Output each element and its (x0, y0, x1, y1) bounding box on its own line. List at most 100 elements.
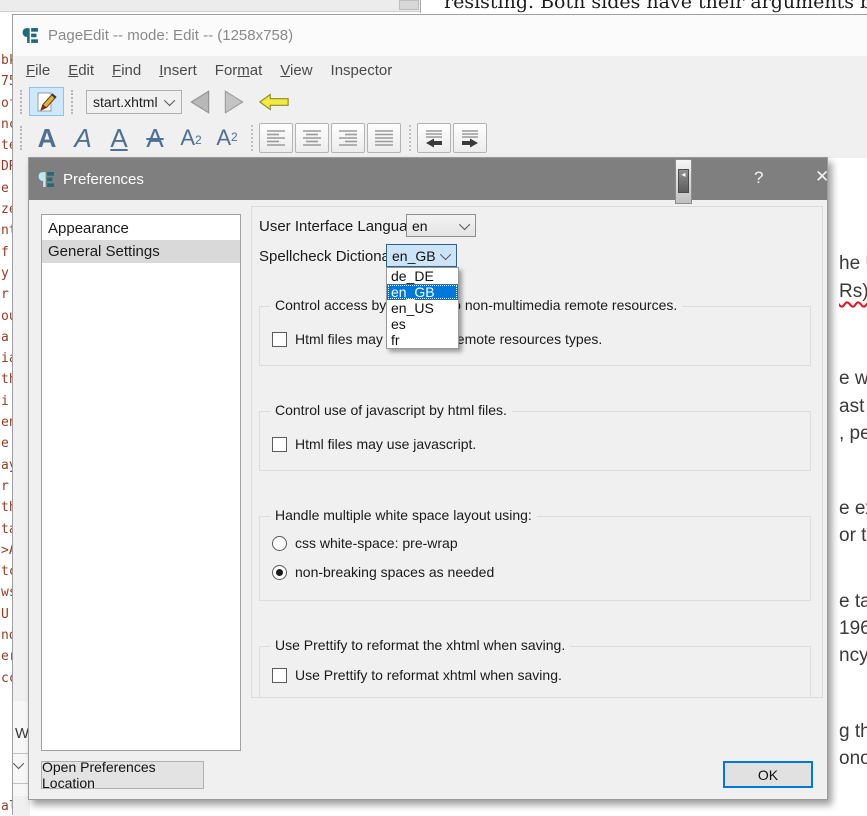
group-remote-resources: Control access by html files to non-mult… (259, 297, 811, 366)
prettify-checkbox-row[interactable]: Use Prettify to reformat xhtml when savi… (272, 667, 562, 683)
align-justify-button[interactable] (367, 123, 401, 153)
indent-button[interactable] (453, 123, 487, 153)
back-button[interactable] (184, 88, 216, 116)
outdent-icon (426, 130, 442, 148)
splitter-handle[interactable]: ◂ (675, 159, 692, 204)
category-list: Appearance General Settings (41, 214, 241, 751)
editor-text-fragment-misspelled: Rs) - (839, 281, 867, 302)
dialog-titlebar[interactable]: Preferences (29, 158, 827, 200)
menu-inspector[interactable]: Inspector (322, 58, 402, 83)
checkbox-unchecked[interactable] (272, 331, 287, 347)
window-title: PageEdit -- mode: Edit -- (1258x758) (48, 27, 294, 44)
radio-selected[interactable] (272, 564, 287, 580)
strikethrough-icon: A (146, 123, 164, 153)
editor-text-fragment: ncy g (839, 645, 867, 666)
toolbar-drag-handle[interactable] (71, 89, 75, 114)
yellow-arrow-icon (258, 92, 289, 111)
editor-text-fragment: e wa (839, 368, 867, 389)
menu-edit[interactable]: Edit (59, 58, 103, 83)
forward-icon (224, 89, 244, 114)
javascript-checkbox-row[interactable]: Html files may use javascript. (272, 436, 476, 452)
editor-text-fragment: onor (839, 748, 867, 769)
spellcheck-options-list: de_DE en_GB en_US es fr (386, 267, 459, 349)
option-en-gb[interactable]: en_GB (387, 284, 458, 300)
close-icon[interactable]: ✕ (815, 167, 829, 187)
forward-button[interactable] (218, 88, 250, 116)
editor-text-fragment: , per (839, 423, 867, 444)
dialog-title: Preferences (63, 170, 144, 188)
editor-text-fragment: e ex (839, 498, 867, 519)
chevron-down-icon[interactable] (12, 757, 25, 770)
underline-button[interactable]: A (101, 120, 137, 156)
radio-unselected[interactable] (272, 535, 287, 551)
superscript-button[interactable]: A2 (209, 120, 245, 156)
editor-text-fragment: g the (839, 721, 867, 742)
subscript-icon: A (180, 125, 195, 150)
strikethrough-button[interactable]: A (137, 120, 173, 156)
menu-format[interactable]: Format (206, 58, 272, 83)
bold-icon: A (37, 123, 57, 153)
spellcheck-dropdown[interactable]: en_GB (386, 244, 457, 267)
group-javascript: Control use of javascript by html files.… (259, 402, 811, 471)
bold-button[interactable]: A (29, 120, 65, 156)
option-es[interactable]: es (387, 316, 458, 332)
category-general-settings[interactable]: General Settings (42, 240, 240, 263)
background-scrollbar-thumb (399, 0, 419, 10)
option-de-de[interactable]: de_DE (387, 268, 458, 284)
ok-button[interactable]: OK (723, 761, 813, 788)
spellcheck-label: Spellcheck Dictionary: (259, 248, 407, 265)
group-whitespace: Handle multiple white space layout using… (259, 507, 811, 601)
toolbar-drag-handle[interactable] (20, 126, 24, 150)
format-toolbar: A A A A A2 A2 (13, 118, 867, 158)
navigation-toolbar: start.xhtml (13, 85, 867, 118)
align-center-button[interactable] (295, 123, 329, 153)
subscript-button[interactable]: A2 (173, 120, 209, 156)
option-fr[interactable]: fr (387, 332, 458, 348)
preferences-dialog: Preferences ◂ ? ✕ Appearance General Set… (28, 157, 829, 800)
align-right-button[interactable] (331, 123, 365, 153)
align-center-icon (303, 130, 321, 146)
file-selector-dropdown[interactable]: start.xhtml (86, 89, 182, 114)
menu-file[interactable]: File (17, 58, 59, 83)
editor-text-fragment: e tall (839, 591, 867, 612)
background-reader-toolbar (0, 0, 420, 12)
app-titlebar[interactable]: PageEdit -- mode: Edit -- (1258x758) (13, 15, 867, 56)
background-reader-window: resisting. Both sides have their argumen… (0, 0, 867, 13)
pencil-edit-icon (37, 92, 57, 111)
group-prettify: Use Prettify to reformat the xhtml when … (259, 637, 811, 698)
editor-text-fragment: 1965 (839, 618, 867, 639)
category-appearance[interactable]: Appearance (42, 217, 240, 240)
italic-button[interactable]: A (65, 120, 101, 156)
go-back-link-button[interactable] (258, 88, 290, 116)
back-icon (190, 89, 210, 114)
option-en-us[interactable]: en_US (387, 300, 458, 316)
whitespace-nbsp-radio-row[interactable]: non-breaking spaces as needed (272, 564, 494, 580)
menu-find[interactable]: Find (103, 58, 150, 83)
menu-insert[interactable]: Insert (150, 58, 206, 83)
pageedit-logo-icon (22, 28, 38, 43)
help-button[interactable]: ? (754, 168, 763, 188)
ui-language-label: User Interface Language: (259, 218, 429, 235)
open-preferences-location-button[interactable]: Open Preferences Location (41, 759, 204, 791)
toolbar-separator (251, 125, 253, 151)
toolbar-drag-handle[interactable] (20, 89, 24, 114)
checkbox-unchecked[interactable] (272, 667, 287, 683)
align-left-button[interactable] (259, 123, 293, 153)
indent-icon (462, 130, 478, 148)
editor-text-fragment: or th (839, 525, 867, 546)
outdent-button[interactable] (417, 123, 451, 153)
editor-text-fragment: he U (839, 253, 867, 274)
align-left-icon (267, 130, 285, 146)
menubar: File Edit Find Insert Format View Inspec… (13, 56, 867, 85)
ui-language-dropdown[interactable]: en (406, 214, 476, 237)
whitespace-prewrap-radio-row[interactable]: css white-space: pre-wrap (272, 535, 458, 551)
edit-mode-button[interactable] (29, 87, 64, 116)
underline-icon: A (110, 123, 128, 153)
checkbox-unchecked[interactable] (272, 436, 287, 452)
menu-view[interactable]: View (271, 58, 321, 83)
background-reader-text: resisting. Both sides have their argumen… (444, 0, 867, 13)
align-justify-icon (375, 130, 393, 146)
splitter-arrow-icon: ◂ (678, 169, 689, 193)
editor-text-fragment: ast 1 (839, 396, 867, 417)
align-right-icon (339, 130, 357, 146)
